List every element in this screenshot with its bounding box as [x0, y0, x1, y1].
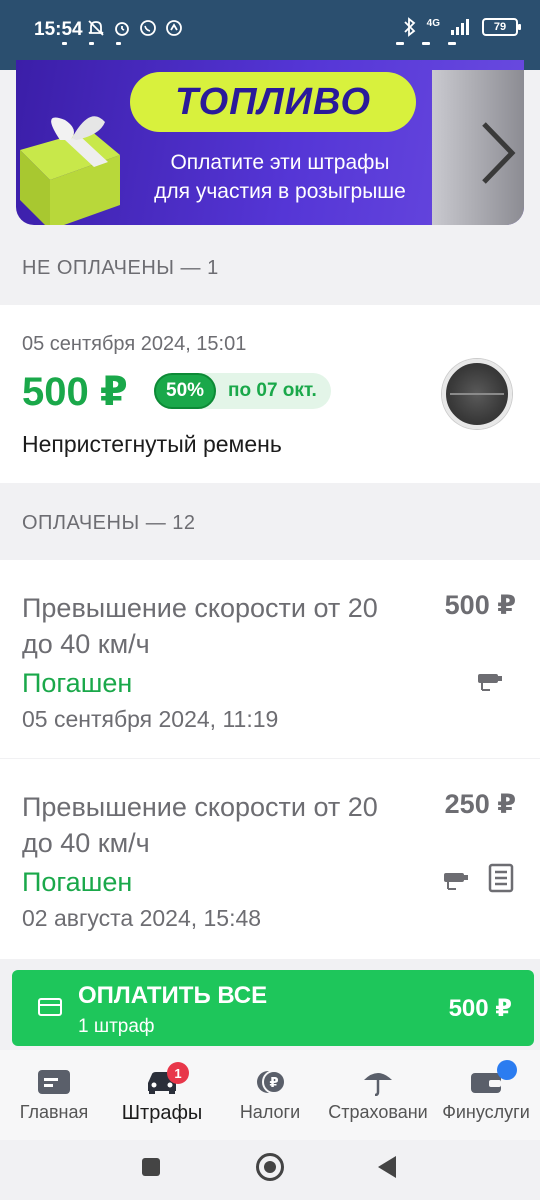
bluetooth-icon [404, 17, 416, 37]
chevron-right-icon[interactable] [476, 118, 520, 188]
signal-icon [451, 19, 469, 35]
status-right-icons: 4G 79 [403, 17, 521, 37]
fine-status: Погашен [22, 867, 133, 897]
car-icon: 1 [145, 1062, 189, 1096]
main-icon [37, 1068, 71, 1096]
fine-date: 02 августа 2024, 15:48 [22, 905, 262, 931]
unpaid-header: НЕ ОПЛАЧЕНЫ — 1 [22, 257, 219, 279]
pay-all-total: 500 ₽ [448, 995, 512, 1022]
sync-icon [166, 20, 182, 36]
back-icon[interactable] [378, 1156, 396, 1178]
home-icon[interactable] [256, 1153, 284, 1181]
nav-label: Главная [19, 1102, 89, 1122]
paid-header: ОПЛАЧЕНЫ — 12 [22, 512, 196, 534]
paid-fine-card[interactable]: Превышение скорости от 20 до 40 км/ч 250… [0, 759, 540, 959]
fine-status: Погашен [22, 668, 133, 698]
nav-item-finservices[interactable]: Финуслуги [432, 1060, 540, 1123]
discount-until: по 07 окт. [228, 380, 317, 401]
nav-label: Налоги [239, 1102, 301, 1122]
discount-badge: 50% по 07 окт. [154, 373, 331, 409]
promo-banner[interactable]: ТОПЛИВО Оплатите эти штрафы для участия … [16, 60, 524, 225]
camera-icon [478, 674, 502, 691]
status-left-icons [86, 18, 184, 38]
status-dots [62, 42, 121, 45]
nav-item-insurance[interactable]: Страховани [324, 1068, 432, 1123]
pay-all-button[interactable]: ОПЛАТИТЬ ВСЕ 1 штраф 500 ₽ [12, 970, 534, 1046]
fine-description: Непристегнутый ремень [22, 431, 282, 457]
banner-text: Оплатите эти штрафы для участия в розыгр… [120, 148, 440, 206]
discount-percent: 50% [154, 373, 217, 409]
network-type: 4G [426, 17, 440, 29]
wallet-icon [469, 1060, 517, 1096]
gift-icon [20, 116, 120, 225]
fine-amount: 250 ₽ [444, 789, 516, 819]
nav-label: Штрафы [121, 1102, 203, 1124]
whatsapp-icon [140, 20, 156, 36]
battery-level: 79 [493, 21, 507, 33]
system-navigation [0, 1140, 540, 1200]
pay-all-label: ОПЛАТИТЬ ВСЕ [78, 982, 268, 1009]
coin-icon: ₽ [253, 1068, 287, 1096]
banner-title: ТОПЛИВО [130, 72, 416, 132]
unpaid-fine-card[interactable]: 05 сентября 2024, 15:01 500 ₽ 50% по 07 … [0, 305, 540, 483]
status-right-dots [396, 42, 456, 45]
notification-dot [497, 1060, 517, 1080]
status-time: 15:54 [34, 19, 83, 40]
bottom-navigation: Главная 1 Штрафы ₽ Налоги Страховани Фин… [0, 1050, 540, 1140]
nav-item-main[interactable]: Главная [0, 1068, 108, 1123]
banner-line-2: для участия в розыгрыше [154, 180, 406, 203]
nav-label: Страховани [328, 1102, 428, 1122]
banner-line-1: Оплатите эти штрафы [170, 151, 390, 174]
fines-badge: 1 [167, 1062, 189, 1084]
fine-amount: 500 ₽ [444, 590, 516, 620]
nav-item-taxes[interactable]: ₽ Налоги [216, 1068, 324, 1123]
fine-title: Превышение скорости от 20 до 40 км/ч [22, 593, 378, 659]
umbrella-icon [361, 1068, 395, 1096]
mute-icon [88, 20, 104, 36]
nav-item-fines[interactable]: 1 Штрафы [108, 1062, 216, 1125]
fine-date: 05 сентября 2024, 15:01 [22, 333, 247, 355]
svg-text:₽: ₽ [269, 1076, 278, 1091]
recents-icon[interactable] [142, 1158, 160, 1176]
paid-fine-card[interactable]: Превышение скорости от 20 до 40 км/ч 500… [0, 560, 540, 758]
receipt-icon [488, 863, 514, 893]
pay-all-count: 1 штраф [78, 1016, 155, 1037]
battery-icon: 79 [482, 18, 521, 36]
camera-icon [444, 873, 468, 890]
credit-card-icon [38, 998, 62, 1016]
nav-label: Финуслуги [442, 1102, 530, 1122]
fine-photo-thumbnail[interactable] [442, 359, 512, 429]
fine-date: 05 сентября 2024, 11:19 [22, 706, 279, 732]
alarm-icon [115, 22, 129, 36]
fine-title: Превышение скорости от 20 до 40 км/ч [22, 792, 378, 858]
fine-amount: 500 ₽ [22, 370, 128, 414]
